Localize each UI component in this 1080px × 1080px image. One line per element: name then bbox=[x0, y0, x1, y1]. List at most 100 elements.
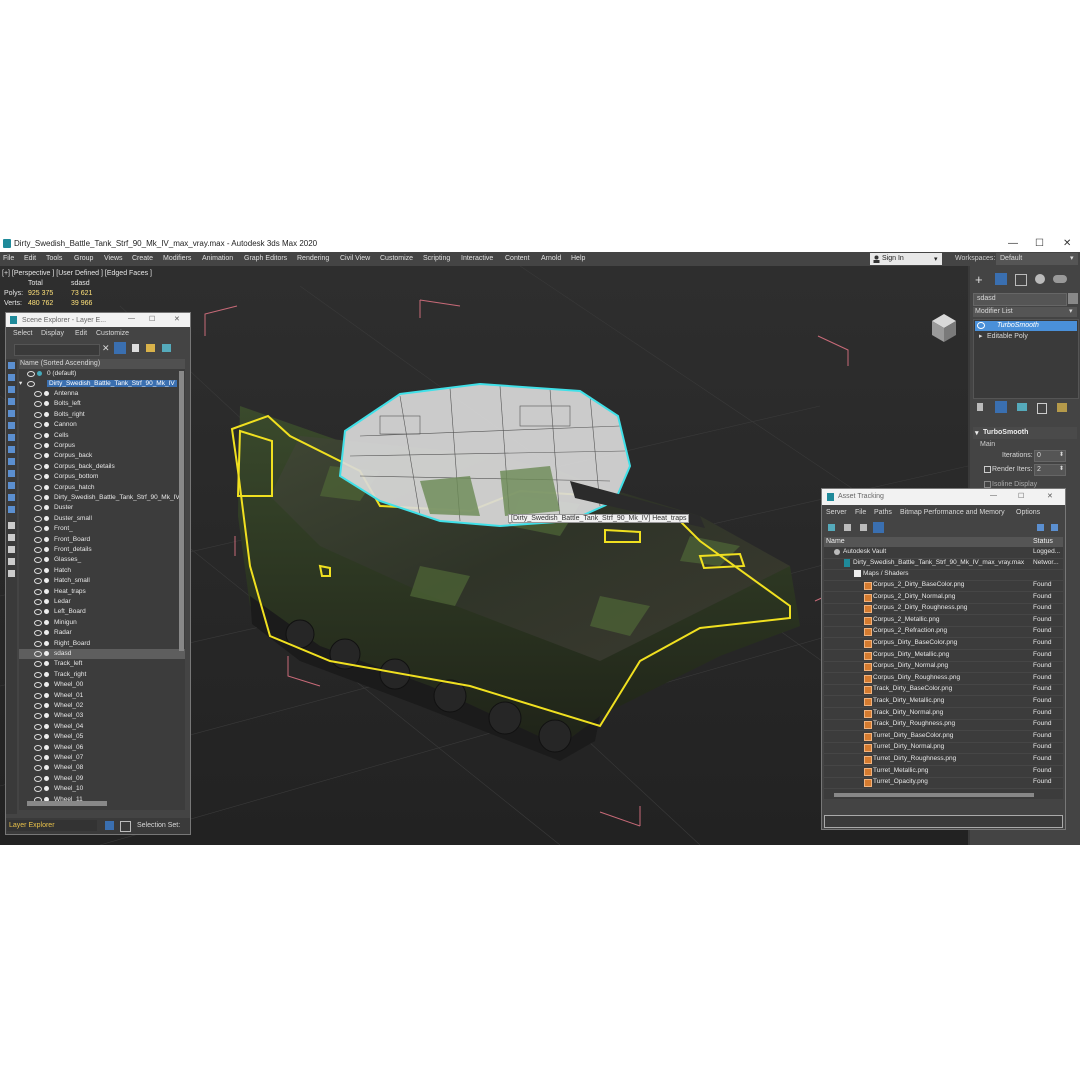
xrefs-filter-icon[interactable] bbox=[8, 458, 15, 465]
layer-explorer-dropdown[interactable]: Layer Explorer bbox=[7, 820, 97, 831]
eye-icon[interactable] bbox=[34, 515, 42, 522]
select-none-icon[interactable] bbox=[8, 534, 15, 541]
eye-icon[interactable] bbox=[34, 588, 42, 595]
menu-help[interactable]: Help bbox=[571, 255, 585, 262]
minimize-button[interactable]: — bbox=[128, 315, 135, 322]
path-field[interactable] bbox=[824, 815, 1063, 828]
layer-row-tank[interactable]: ▾ Dirty_Swedish_Battle_Tank_Strf_90_Mk_I… bbox=[19, 379, 185, 389]
asset-row[interactable]: Turret_Dirty_Roughness.png Found bbox=[824, 754, 1063, 766]
scene-object-row[interactable]: Corpus_hatch bbox=[19, 483, 185, 493]
scene-object-row[interactable]: Corpus_bottom bbox=[19, 472, 185, 482]
asset-row[interactable]: Corpus_2_Dirty_Normal.png Found bbox=[824, 592, 1063, 604]
maximize-button[interactable]: ☐ bbox=[1035, 238, 1044, 249]
name-column-header[interactable]: Name (Sorted Ascending) bbox=[19, 359, 185, 369]
eye-icon[interactable] bbox=[34, 703, 42, 709]
eye-icon[interactable] bbox=[34, 682, 42, 689]
eye-icon[interactable] bbox=[34, 443, 42, 449]
maximize-button[interactable]: ☐ bbox=[149, 315, 155, 323]
eye-icon[interactable] bbox=[34, 619, 42, 626]
scene-object-row[interactable]: Cells bbox=[19, 431, 185, 441]
eye-icon[interactable] bbox=[34, 578, 42, 585]
menu-content[interactable]: Content bbox=[505, 255, 530, 262]
at-menu-server[interactable]: Server bbox=[826, 509, 847, 516]
close-button[interactable]: ✕ bbox=[1063, 238, 1071, 249]
eye-icon[interactable] bbox=[34, 775, 42, 782]
se-menu-customize[interactable]: Customize bbox=[96, 330, 129, 337]
clear-search-icon[interactable]: ✕ bbox=[102, 343, 110, 354]
spacewarps-filter-icon[interactable] bbox=[8, 434, 15, 441]
asset-row[interactable]: Corpus_2_Metallic.png Found bbox=[824, 615, 1063, 627]
eye-icon[interactable] bbox=[34, 713, 42, 720]
scene-object-row[interactable]: Front_Board bbox=[19, 535, 185, 545]
scene-object-row[interactable]: Dirty_Swedish_Battle_Tank_Strf_90_Mk_IV bbox=[19, 493, 185, 503]
scene-object-row[interactable]: Hatch bbox=[19, 566, 185, 576]
scene-object-row[interactable]: Wheel_10 bbox=[19, 784, 185, 794]
eye-icon[interactable] bbox=[34, 505, 42, 512]
eye-icon[interactable] bbox=[34, 734, 42, 741]
asset-row[interactable]: Track_Dirty_Roughness.png Found bbox=[824, 719, 1063, 732]
shapes-filter-icon[interactable] bbox=[8, 386, 15, 393]
scene-object-row[interactable]: Right_Board bbox=[19, 639, 185, 649]
asset-row[interactable]: Turret_Dirty_Normal.png Found bbox=[824, 742, 1063, 755]
menu-modifiers[interactable]: Modifiers bbox=[163, 255, 191, 262]
helpers-filter-icon[interactable] bbox=[8, 422, 15, 429]
eye-icon[interactable] bbox=[34, 432, 42, 439]
eye-icon[interactable] bbox=[34, 453, 42, 460]
menu-edit[interactable]: Edit bbox=[24, 255, 36, 262]
asset-row[interactable]: Turret_Metallic.png Found bbox=[824, 766, 1063, 778]
asset-row[interactable]: Track_Dirty_Metallic.png Found bbox=[824, 696, 1063, 708]
eye-icon[interactable] bbox=[34, 692, 42, 699]
new-layer-icon[interactable] bbox=[146, 344, 155, 352]
select-invert-icon[interactable] bbox=[8, 546, 15, 553]
lights-filter-icon[interactable] bbox=[8, 398, 15, 405]
asset-row[interactable]: Corpus_Dirty_Roughness.png Found bbox=[824, 673, 1063, 685]
eye-icon[interactable] bbox=[34, 630, 42, 637]
scene-object-row[interactable]: Left_Board bbox=[19, 607, 185, 617]
modifier-list-dropdown[interactable]: Modifier List ▾ bbox=[973, 307, 1077, 317]
scene-object-row[interactable]: Bolts_left bbox=[19, 399, 185, 409]
create-tab-icon[interactable]: + bbox=[975, 272, 983, 287]
eye-icon[interactable] bbox=[34, 411, 42, 418]
menu-scripting[interactable]: Scripting bbox=[423, 255, 450, 262]
scene-object-row[interactable]: Wheel_09 bbox=[19, 774, 185, 784]
scene-object-row[interactable]: sdasd bbox=[19, 649, 185, 659]
eye-icon[interactable] bbox=[34, 391, 42, 397]
frozen-filter-icon[interactable] bbox=[8, 494, 15, 501]
menu-file[interactable]: File bbox=[3, 255, 14, 262]
isoline-checkbox[interactable] bbox=[984, 481, 991, 488]
scene-object-row[interactable]: Radar bbox=[19, 628, 185, 638]
configure-sets-icon[interactable] bbox=[1057, 403, 1067, 412]
scene-object-row[interactable]: Ledar bbox=[19, 597, 185, 607]
layer-row-default[interactable]: 0 (default) bbox=[19, 369, 185, 379]
bones-filter-icon[interactable] bbox=[8, 470, 15, 477]
turbosmooth-rollout-header[interactable]: ▾ TurboSmooth bbox=[973, 427, 1077, 439]
menu-tools[interactable]: Tools bbox=[46, 255, 62, 262]
find-field[interactable] bbox=[14, 344, 100, 356]
modify-tab-icon[interactable] bbox=[995, 273, 1007, 285]
asset-row[interactable]: Turret_Dirty_BaseColor.png Found bbox=[824, 731, 1063, 743]
checkin-icon[interactable] bbox=[860, 524, 867, 531]
close-button[interactable]: ✕ bbox=[174, 315, 180, 323]
eye-icon[interactable] bbox=[34, 495, 42, 501]
scene-object-row[interactable]: Wheel_02 bbox=[19, 701, 185, 711]
eye-icon[interactable] bbox=[34, 744, 42, 751]
asset-tracking-titlebar[interactable]: Asset Tracking — ☐ ✕ bbox=[822, 489, 1065, 505]
eye-icon[interactable] bbox=[34, 671, 42, 678]
asset-row[interactable]: Corpus_2_Refraction.png Found bbox=[824, 626, 1063, 639]
eye-icon[interactable] bbox=[34, 526, 42, 533]
viewport-label[interactable]: [+] [Perspective ] [User Defined ] [Edge… bbox=[2, 270, 152, 277]
asset-row[interactable]: Corpus_Dirty_Metallic.png Found bbox=[824, 650, 1063, 662]
asset-row[interactable]: Corpus_2_Dirty_Roughness.png Found bbox=[824, 603, 1063, 616]
show-end-result-icon[interactable] bbox=[995, 401, 1007, 413]
eye-icon[interactable] bbox=[34, 651, 42, 657]
eye-icon[interactable] bbox=[34, 536, 42, 543]
hidden-filter-icon[interactable] bbox=[8, 506, 15, 513]
se-menu-display[interactable]: Display bbox=[41, 330, 64, 337]
menu-rendering[interactable]: Rendering bbox=[297, 255, 329, 262]
eye-icon[interactable] bbox=[34, 557, 42, 564]
menu-group[interactable]: Group bbox=[74, 255, 93, 262]
eye-icon[interactable] bbox=[34, 661, 42, 668]
minimize-button[interactable]: — bbox=[990, 492, 997, 499]
scene-object-row[interactable]: Corpus_back bbox=[19, 451, 185, 461]
hierarchy-mode-icon[interactable] bbox=[120, 821, 131, 832]
